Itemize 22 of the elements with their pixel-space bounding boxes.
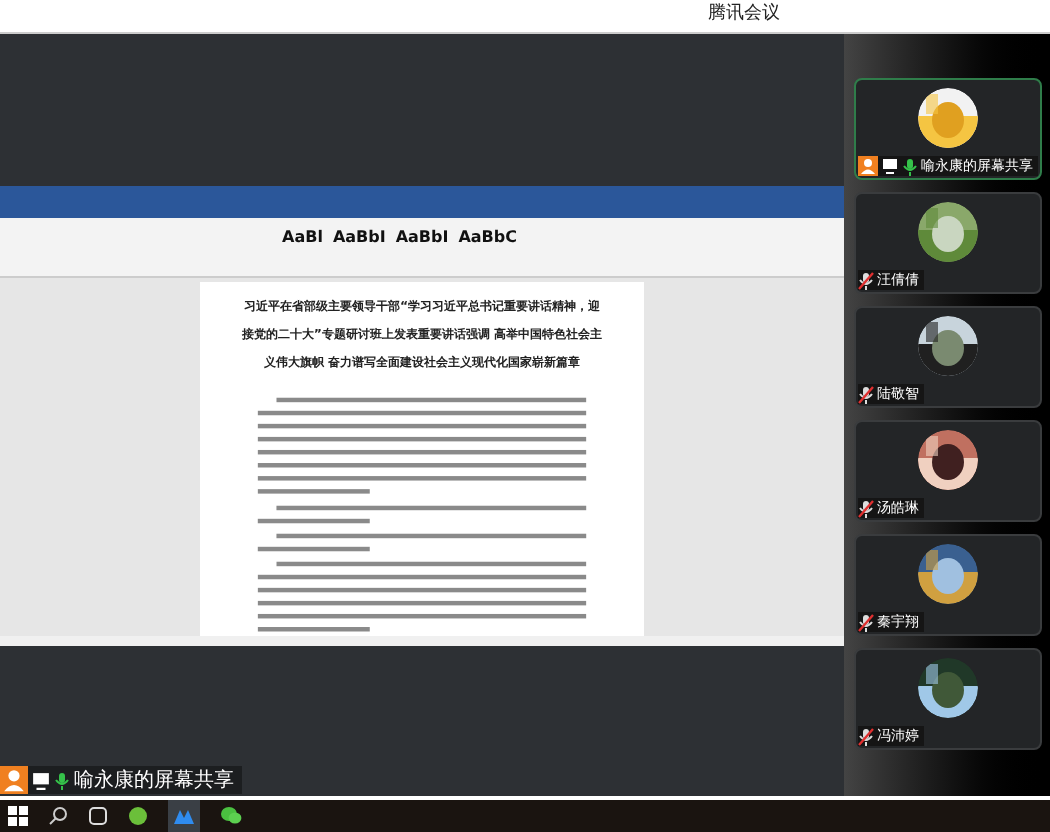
style-sample[interactable]: AaBbC — [456, 224, 520, 252]
style-sample[interactable]: AaBbI — [330, 224, 388, 252]
screen-share-icon — [881, 158, 897, 174]
muted-microphone-icon — [857, 385, 873, 403]
muted-microphone-icon — [857, 271, 873, 289]
microphone-icon — [54, 771, 70, 789]
app-title: 腾讯会议 — [708, 2, 780, 29]
chat-icon[interactable] — [220, 806, 242, 826]
person-icon — [857, 156, 877, 176]
share-label-text: 喻永康的屏幕共享 — [74, 767, 234, 795]
muted-microphone-icon — [857, 727, 873, 745]
muted-microphone-icon — [857, 613, 873, 631]
meeting-app-icon[interactable] — [168, 800, 200, 832]
style-sample[interactable]: AaBbI — [393, 224, 451, 252]
app-icon[interactable] — [128, 806, 148, 826]
screen-share-icon — [32, 771, 50, 789]
windows-icon[interactable] — [8, 806, 28, 826]
style-sample[interactable]: AaBl — [280, 224, 325, 252]
microphone-icon — [901, 157, 917, 175]
muted-microphone-icon — [857, 499, 873, 517]
task-view-icon[interactable] — [88, 806, 108, 826]
search-icon[interactable] — [48, 806, 68, 826]
